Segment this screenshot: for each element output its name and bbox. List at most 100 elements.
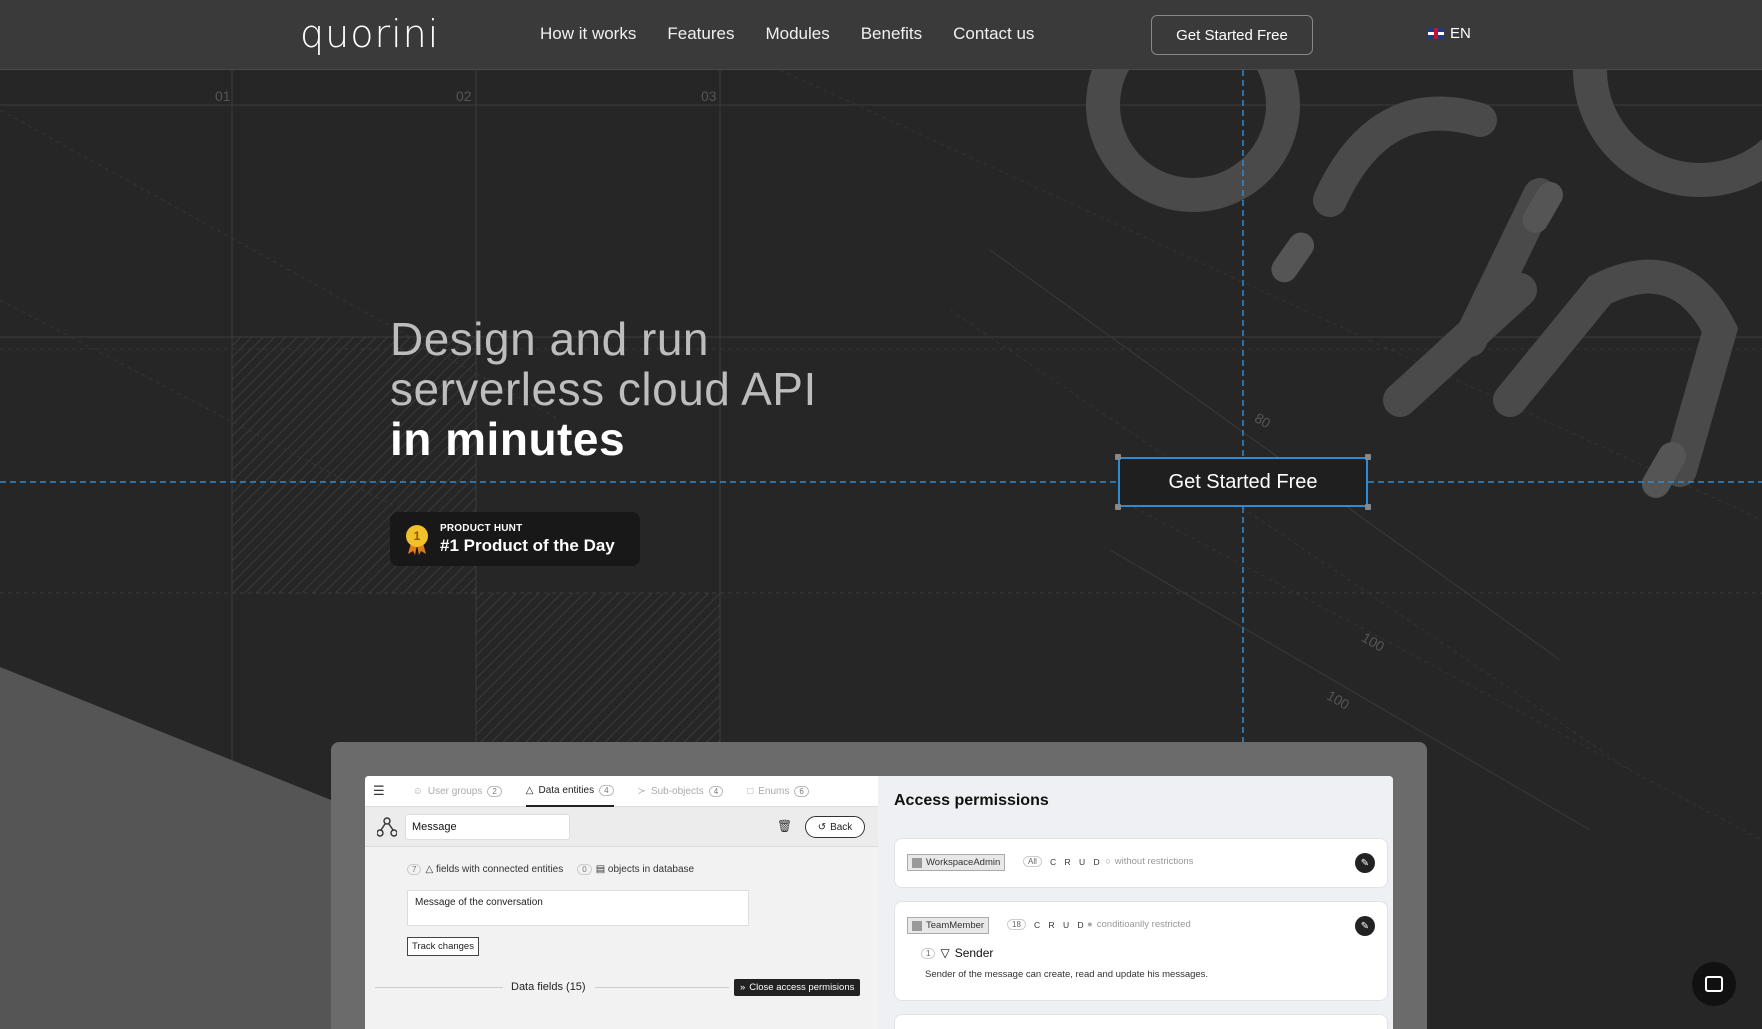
access-permissions-panel: Access permissions WorkspaceAdmin All C … [878,776,1393,1029]
tab-label: User groups [427,785,483,797]
nav-link-how-it-works[interactable]: How it works [540,24,636,44]
rule-name: Sender [954,946,994,960]
permission-card: WorkspaceAdmin All C R U D ○ without res… [894,838,1388,888]
restriction-status: ○ without restrictions [1105,856,1193,867]
rule-count: 1 [921,947,936,959]
edit-icon[interactable]: ✎ [1355,853,1375,873]
access-permissions-title: Access permissions [894,792,1049,809]
rule-row: 1 ▽ Sender [921,946,993,960]
hero-line-2: serverless cloud API [390,363,817,415]
language-selector[interactable]: EN [1428,25,1471,42]
chat-icon [1705,976,1723,992]
close-access-label: Close access permisions [749,982,855,993]
nav-link-contact-us[interactable]: Contact us [953,24,1034,44]
uk-flag-icon [1428,28,1444,39]
role-chip: TeamMember [907,917,990,934]
hero-line-1: Design and run [390,313,709,365]
divider [595,987,729,988]
tab-count: 4 [708,785,724,797]
tab-user-groups[interactable]: ☺ User groups 2 [412,785,502,797]
entity-description-field[interactable]: Message of the conversation [407,890,749,926]
crud-flags: C R U D [1034,920,1087,930]
connected-icon: △ [425,864,434,875]
tab-label: Sub-objects [650,785,704,797]
restriction-status: ● conditioanlly restricted [1087,919,1191,930]
tab-label: Data entities [538,784,595,796]
back-label: Back [830,821,853,833]
nav-link-modules[interactable]: Modules [765,24,829,44]
quorini-logo[interactable]: quorini [300,12,439,56]
badge-title: #1 Product of the Day [440,535,615,555]
hatch-block [476,593,720,743]
objects-label: objects in database [607,864,695,875]
filter-icon: ▽ [940,946,950,960]
entity-editor: ☰ ☺ User groups 2 △ Data entities 4 ≻ Su… [365,776,878,1029]
permission-card: TeamMember 18 C R U D ● conditioanlly re… [894,901,1388,1001]
share-icon: ≻ [637,785,646,797]
selection-handle [1365,504,1371,510]
grid-label-02: 02 [456,88,472,104]
back-icon: ↺ [817,821,827,833]
tab-label: Enums [758,785,790,797]
chat-widget-button[interactable] [1692,962,1736,1006]
entities-icon: △ [525,784,534,796]
top-nav: quorini How it works Features Modules Be… [0,0,1762,70]
database-icon: ▤ [595,864,606,875]
tab-sub-objects[interactable]: ≻ Sub-objects 4 [637,785,724,797]
entity-graph-icon [377,817,397,837]
track-changes-checkbox[interactable]: Track changes [407,937,479,956]
tab-count: 6 [794,785,809,797]
data-fields-heading: Data fields (15) [511,981,586,993]
hero-line-3: in minutes [390,413,626,465]
app-preview: ☰ ☺ User groups 2 △ Data entities 4 ≻ Su… [365,776,1393,1029]
rule-description: Sender of the message can create, read a… [925,969,1209,980]
users-icon: ☺ [412,785,423,797]
trash-icon[interactable]: 🗑 [777,819,792,833]
check-circle-icon: ○ [1105,856,1111,867]
close-access-permissions-button[interactable]: » Close access permisions [734,979,861,996]
hero-get-started-button[interactable]: Get Started Free [1118,457,1368,507]
medal-rank: 1 [406,525,428,547]
nav-link-features[interactable]: Features [667,24,734,44]
user-icon [912,920,922,931]
role-name: TeamMember [926,920,985,931]
selection-handle [1115,454,1121,460]
fields-label: fields with connected entities [435,864,564,875]
selection-handle [1365,454,1371,460]
language-label: EN [1450,25,1471,42]
restriction-label: without restrictions [1114,856,1194,867]
divider [375,987,503,988]
fields-count: 7 [407,864,422,875]
nav-link-benefits[interactable]: Benefits [861,24,922,44]
role-count: 18 [1007,919,1026,930]
back-button[interactable]: ↺ Back [805,816,865,838]
grid-label-03: 03 [701,88,717,104]
list-icon: □ [747,785,754,797]
entity-name-input[interactable]: Message [405,814,570,840]
entity-meta: 7 △ fields with connected entities 0 ▤ obj… [407,864,694,875]
user-icon [912,857,922,868]
page: 01 02 03 80 100 100 quorini How it works… [0,0,1762,1029]
tab-count: 2 [487,785,502,797]
double-chevron-icon: » [740,982,746,993]
grid-label-01: 01 [215,88,231,104]
permission-card [894,1014,1388,1029]
nav-links: How it works Features Modules Benefits C… [540,24,1034,44]
product-hunt-badge[interactable]: 1 PRODUCT HUNT #1 Product of the Day [390,512,640,566]
menu-icon[interactable]: ☰ [373,783,385,799]
hero-headline: Design and run serverless cloud API in m… [390,314,817,464]
tab-enums[interactable]: □ Enums 6 [747,785,809,797]
nav-get-started-button[interactable]: Get Started Free [1151,15,1313,55]
selection-handle [1115,504,1121,510]
objects-count: 0 [577,864,592,875]
entity-toolbar: Message 🗑 ↺ Back [365,807,878,847]
role-count: All [1023,856,1042,867]
entity-tabs: ☰ ☺ User groups 2 △ Data entities 4 ≻ Su… [365,776,878,807]
medal-icon: 1 [406,525,428,555]
tab-count: 4 [599,784,614,796]
tab-data-entities[interactable]: △ Data entities 4 [525,776,614,807]
edit-icon[interactable]: ✎ [1355,916,1375,936]
role-chip: WorkspaceAdmin [907,854,1006,871]
check-circle-icon: ● [1087,919,1093,930]
role-name: WorkspaceAdmin [926,857,1001,868]
